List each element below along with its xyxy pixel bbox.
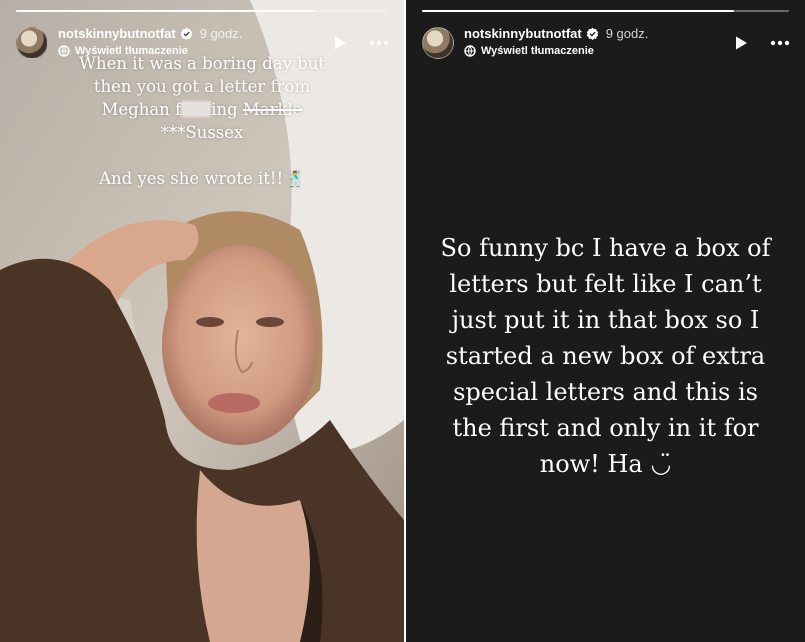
story-caption: When it was a boring day but then you go… xyxy=(20,52,384,191)
user-row: notskinnybutnotfat 9 godz. xyxy=(58,26,242,41)
censor-blur xyxy=(181,101,212,117)
user-row: notskinnybutnotfat 9 godz. xyxy=(464,26,648,41)
post-time: 9 godz. xyxy=(605,26,649,41)
story-progress-bar xyxy=(16,10,388,12)
story-progress-bar xyxy=(422,10,789,12)
story-progress-fill xyxy=(16,10,314,12)
more-icon[interactable] xyxy=(368,35,390,51)
story-text-line: So funny bc I have a box of xyxy=(440,234,771,262)
story-text-line: just put it in that box so I xyxy=(451,306,760,334)
story-text-line: the first and only in it for xyxy=(452,414,759,442)
translate-link[interactable]: Wyświetl tłumaczenie xyxy=(464,45,594,57)
translate-label: Wyświetl tłumaczenie xyxy=(481,45,594,57)
caption-line-5: And yes she wrote it!! 🕺 xyxy=(20,167,384,191)
story-panel-right[interactable]: notskinnybutnotfat 9 godz. Wyświetl tłum… xyxy=(406,0,805,642)
caption-line-3-prefix: Meghan f xyxy=(101,100,182,119)
story-text-line: now! Ha ◡̈ xyxy=(539,450,672,478)
caption-line-3: Meghan f ing Markle xyxy=(20,98,384,121)
more-icon[interactable] xyxy=(769,35,791,51)
caption-line-1: When it was a boring day but xyxy=(78,54,325,73)
story-text: So funny bc I have a box of letters but … xyxy=(422,230,789,482)
caption-line-5-text: And yes she wrote it!! xyxy=(99,169,284,188)
username[interactable]: notskinnybutnotfat xyxy=(58,26,176,41)
dancing-man-icon: 🕺 xyxy=(286,170,305,188)
post-time: 9 godz. xyxy=(199,26,243,41)
avatar[interactable] xyxy=(422,27,454,59)
caption-line-4: ***Sussex xyxy=(160,123,244,142)
caption-line-3-mid: ing xyxy=(211,100,243,119)
play-icon[interactable] xyxy=(332,35,348,51)
caption-line-2: then you got a letter from xyxy=(93,77,311,96)
story-text-line: started a new box of extra xyxy=(445,342,766,370)
verified-badge-icon xyxy=(586,27,599,40)
story-text-line: letters but felt like I can’t xyxy=(449,270,762,298)
story-text-line: special letters and this is xyxy=(453,378,758,406)
story-panel-left[interactable]: notskinnybutnotfat 9 godz. Wyświetl tłum… xyxy=(0,0,404,642)
story-progress-fill xyxy=(422,10,734,12)
translate-icon xyxy=(464,45,476,57)
play-icon[interactable] xyxy=(733,35,749,51)
story-header: notskinnybutnotfat 9 godz. Wyświetl tłum… xyxy=(422,24,793,64)
caption-strikethrough-word: Markle xyxy=(242,100,303,119)
username[interactable]: notskinnybutnotfat xyxy=(464,26,582,41)
verified-badge-icon xyxy=(180,27,193,40)
